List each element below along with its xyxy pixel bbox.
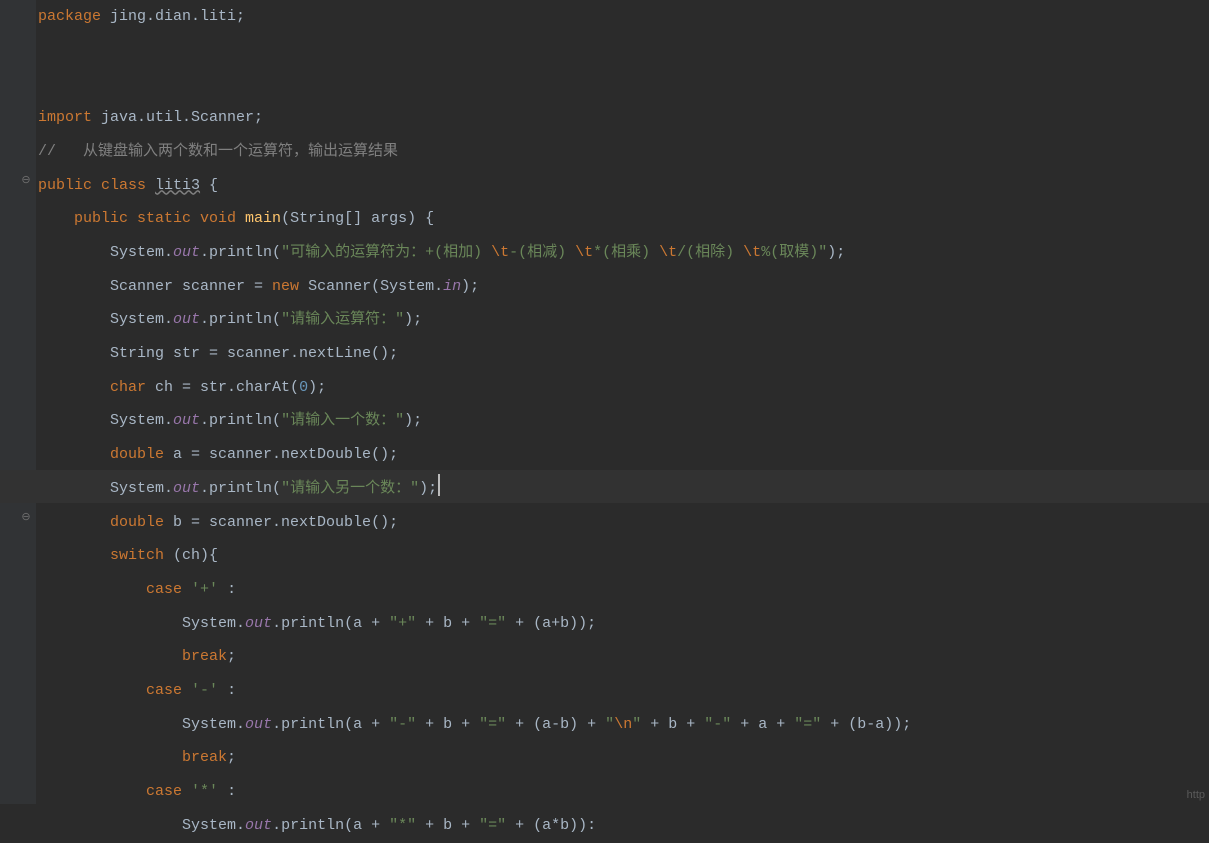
code-line[interactable]: System.out.println("请输入另一个数："); — [38, 480, 437, 497]
code-line[interactable]: break; — [38, 749, 236, 766]
code-line[interactable]: import java.util.Scanner; — [38, 109, 263, 126]
code-line[interactable]: System.out.println("请输入运算符："); — [38, 311, 422, 328]
code-line[interactable]: Scanner scanner = new Scanner(System.in)… — [38, 278, 479, 295]
code-line[interactable]: public static void main(String[] args) { — [38, 210, 434, 227]
editor-gutter: ⊖ ⊖ — [0, 0, 36, 804]
code-line[interactable]: case '*' : — [38, 783, 236, 800]
code-line[interactable]: public class liti3 { — [38, 177, 218, 194]
code-line[interactable]: double a = scanner.nextDouble(); — [38, 446, 398, 463]
code-line[interactable]: switch (ch){ — [38, 547, 218, 564]
status-corner: http — [1187, 788, 1205, 802]
code-line[interactable]: case '+' : — [38, 581, 236, 598]
code-line[interactable]: package jing.dian.liti; — [38, 8, 245, 25]
code-line[interactable]: break; — [38, 648, 236, 665]
code-line[interactable]: case '-' : — [38, 682, 236, 699]
code-editor[interactable]: package jing.dian.liti; import java.util… — [38, 0, 911, 843]
code-line[interactable]: // 从键盘输入两个数和一个运算符，输出运算结果 — [38, 143, 398, 160]
fold-icon[interactable]: ⊖ — [20, 175, 32, 187]
code-line[interactable]: System.out.println(a + "+" + b + "=" + (… — [38, 615, 596, 632]
code-line[interactable]: System.out.println(a + "-" + b + "=" + (… — [38, 716, 911, 733]
code-line[interactable]: String str = scanner.nextLine(); — [38, 345, 398, 362]
code-line[interactable]: char ch = str.charAt(0); — [38, 379, 326, 396]
code-line[interactable]: System.out.println("请输入一个数："); — [38, 412, 422, 429]
text-caret — [438, 474, 440, 496]
code-line[interactable]: System.out.println(a + "*" + b + "=" + (… — [38, 817, 596, 834]
code-line[interactable]: System.out.println("可输入的运算符为：+(相加) \t-(相… — [38, 244, 845, 261]
code-line[interactable]: double b = scanner.nextDouble(); — [38, 514, 398, 531]
fold-icon[interactable]: ⊖ — [20, 512, 32, 524]
